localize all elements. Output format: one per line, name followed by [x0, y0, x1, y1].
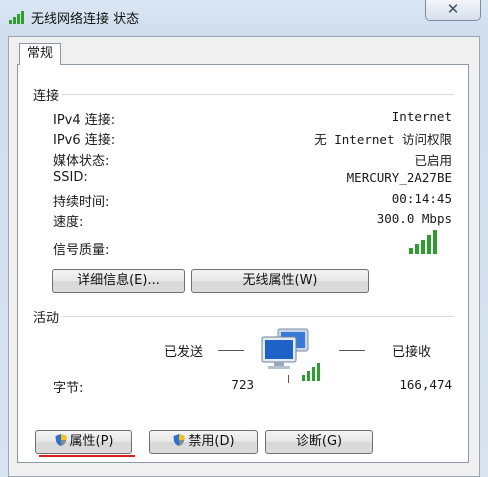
received-label: 已接收 [392, 345, 432, 360]
signal-quality-label: 信号质量: [53, 243, 110, 258]
media-status-value: 已启用 [414, 153, 452, 168]
title-bar[interactable]: 无线网络连接 状态 ✕ [0, 0, 488, 36]
status-window: 无线网络连接 状态 ✕ 常规 连接 IPv4 连接: Internet IPv6… [0, 0, 488, 477]
bytes-label: 字节: [53, 381, 84, 396]
wireless-properties-label: 无线属性(W) [242, 273, 318, 288]
bytes-received-value: 166,474 [399, 377, 452, 392]
properties-button[interactable]: 属性(P) [35, 430, 132, 454]
ssid-label: SSID: [53, 170, 88, 185]
ipv4-label: IPv4 连接: [53, 113, 116, 128]
ssid-value: MERCURY_2A27BE [346, 170, 452, 185]
signal-strength-icon [409, 230, 437, 254]
speed-value: 300.0 Mbps [376, 211, 452, 226]
sent-dash [218, 350, 244, 351]
wireless-signal-icon [9, 11, 24, 24]
general-panel: 连接 IPv4 连接: Internet IPv6 连接: 无 Internet… [17, 64, 469, 463]
ipv6-label: IPv6 连接: [53, 133, 116, 148]
sent-label: 已发送 [164, 345, 204, 360]
ipv4-value: Internet [391, 109, 452, 124]
network-computers-icon [261, 328, 320, 383]
highlight-underline [39, 455, 135, 457]
close-button[interactable]: ✕ [425, 0, 481, 21]
close-icon: ✕ [446, 0, 460, 18]
details-button-label: 详细信息(E)... [77, 273, 160, 288]
duration-label: 持续时间: [53, 195, 110, 210]
tab-general[interactable]: 常规 [19, 43, 61, 65]
received-dash [339, 350, 365, 351]
dialog-client: 常规 连接 IPv4 连接: Internet IPv6 连接: 无 Inter… [8, 36, 480, 477]
ipv6-value: 无 Internet 访问权限 [314, 132, 452, 147]
bytes-sent-value: 723 [231, 377, 254, 392]
disable-button-label: 禁用(D) [188, 434, 235, 449]
speed-label: 速度: [53, 215, 84, 230]
properties-button-label: 属性(P) [69, 434, 114, 449]
connection-section-title: 连接 [33, 89, 60, 104]
disable-button[interactable]: 禁用(D) [149, 430, 258, 454]
connection-divider [62, 94, 454, 95]
duration-value: 00:14:45 [391, 191, 452, 206]
window-title: 无线网络连接 状态 [31, 12, 140, 27]
details-button[interactable]: 详细信息(E)... [52, 269, 185, 293]
activity-section-title: 活动 [33, 311, 60, 326]
uac-shield-icon [55, 434, 66, 446]
media-status-label: 媒体状态: [53, 154, 110, 169]
uac-shield-icon [173, 434, 185, 446]
diagnose-button[interactable]: 诊断(G) [265, 430, 373, 454]
wireless-properties-button[interactable]: 无线属性(W) [191, 269, 369, 293]
diagnose-button-label: 诊断(G) [295, 434, 343, 449]
activity-divider [62, 316, 454, 317]
